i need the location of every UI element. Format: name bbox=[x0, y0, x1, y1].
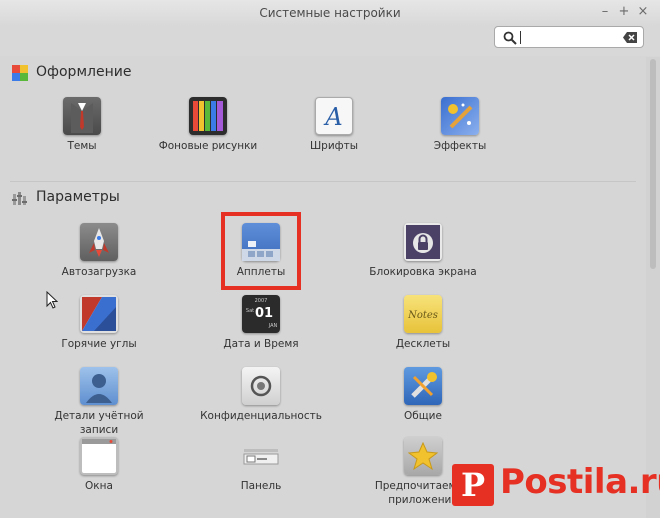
privacy-icon bbox=[242, 367, 280, 405]
preferences-icon bbox=[12, 192, 27, 205]
minimize-button[interactable]: – bbox=[596, 4, 614, 20]
backgrounds-icon bbox=[189, 97, 227, 135]
mouse-cursor-icon bbox=[46, 291, 58, 309]
title-bar[interactable]: Системные настройки – + × bbox=[0, 0, 660, 27]
screensaver-icon bbox=[404, 223, 442, 261]
highlight-frame bbox=[221, 212, 301, 290]
themes-icon bbox=[63, 97, 101, 135]
effects-icon bbox=[441, 97, 479, 135]
panel-icon bbox=[242, 437, 280, 475]
search-input[interactable] bbox=[494, 26, 644, 48]
svg-text:2007: 2007 bbox=[255, 298, 268, 304]
general-icon bbox=[404, 367, 442, 405]
section-divider bbox=[10, 181, 636, 182]
preferred-apps-icon bbox=[404, 437, 442, 475]
window-title: Системные настройки bbox=[259, 6, 401, 20]
item-label: Фоновые рисунки bbox=[158, 140, 258, 152]
settings-content: Оформление Темы Фоновые рисунки A Шрифты… bbox=[0, 57, 646, 518]
watermark: P Postila.ru bbox=[452, 458, 660, 518]
svg-text:A: A bbox=[323, 103, 342, 131]
fonts-icon: A bbox=[315, 97, 353, 135]
scrollbar[interactable] bbox=[646, 57, 660, 518]
svg-text:01: 01 bbox=[255, 306, 273, 321]
text-caret bbox=[520, 31, 521, 44]
hot-corners-icon bbox=[80, 295, 118, 333]
item-label: Горячие углы bbox=[61, 338, 137, 350]
item-label: Шрифты bbox=[309, 140, 359, 152]
close-button[interactable]: × bbox=[634, 4, 652, 20]
item-label: Конфиденциальность bbox=[200, 410, 322, 422]
svg-text:Sat: Sat bbox=[246, 308, 254, 314]
desklets-icon: Notes bbox=[404, 295, 442, 333]
item-label: Эффекты bbox=[433, 140, 487, 152]
item-label: Детали учётной записи bbox=[54, 410, 144, 436]
item-label: Панель bbox=[240, 480, 282, 492]
clear-search-icon[interactable] bbox=[623, 32, 637, 43]
item-label: Темы bbox=[67, 140, 97, 152]
startup-icon bbox=[80, 223, 118, 261]
item-label: Десклеты bbox=[395, 338, 451, 350]
maximize-button[interactable]: + bbox=[615, 4, 633, 20]
toolbar bbox=[0, 26, 660, 56]
palette-icon bbox=[12, 65, 28, 81]
search-icon bbox=[503, 31, 517, 45]
date-time-icon: 2007 Sat 01 JAN bbox=[242, 295, 280, 333]
item-label: Общие bbox=[404, 410, 442, 422]
svg-text:JAN: JAN bbox=[268, 323, 278, 329]
item-label: Автозагрузка bbox=[61, 266, 137, 278]
item-label: Блокировка экрана bbox=[369, 266, 477, 278]
account-icon bbox=[80, 367, 118, 405]
scrollbar-thumb[interactable] bbox=[650, 59, 656, 269]
watermark-text: Postila.ru bbox=[500, 462, 660, 502]
item-label: Окна bbox=[85, 480, 113, 492]
windows-icon bbox=[80, 437, 118, 475]
section-title: Оформление bbox=[36, 64, 132, 80]
watermark-logo: P bbox=[452, 464, 494, 506]
item-label: Дата и Время bbox=[223, 338, 299, 350]
system-settings-window: Системные настройки – + × Оформление Тем… bbox=[0, 0, 660, 518]
svg-text:Notes: Notes bbox=[407, 310, 438, 321]
section-title: Параметры bbox=[36, 189, 120, 205]
